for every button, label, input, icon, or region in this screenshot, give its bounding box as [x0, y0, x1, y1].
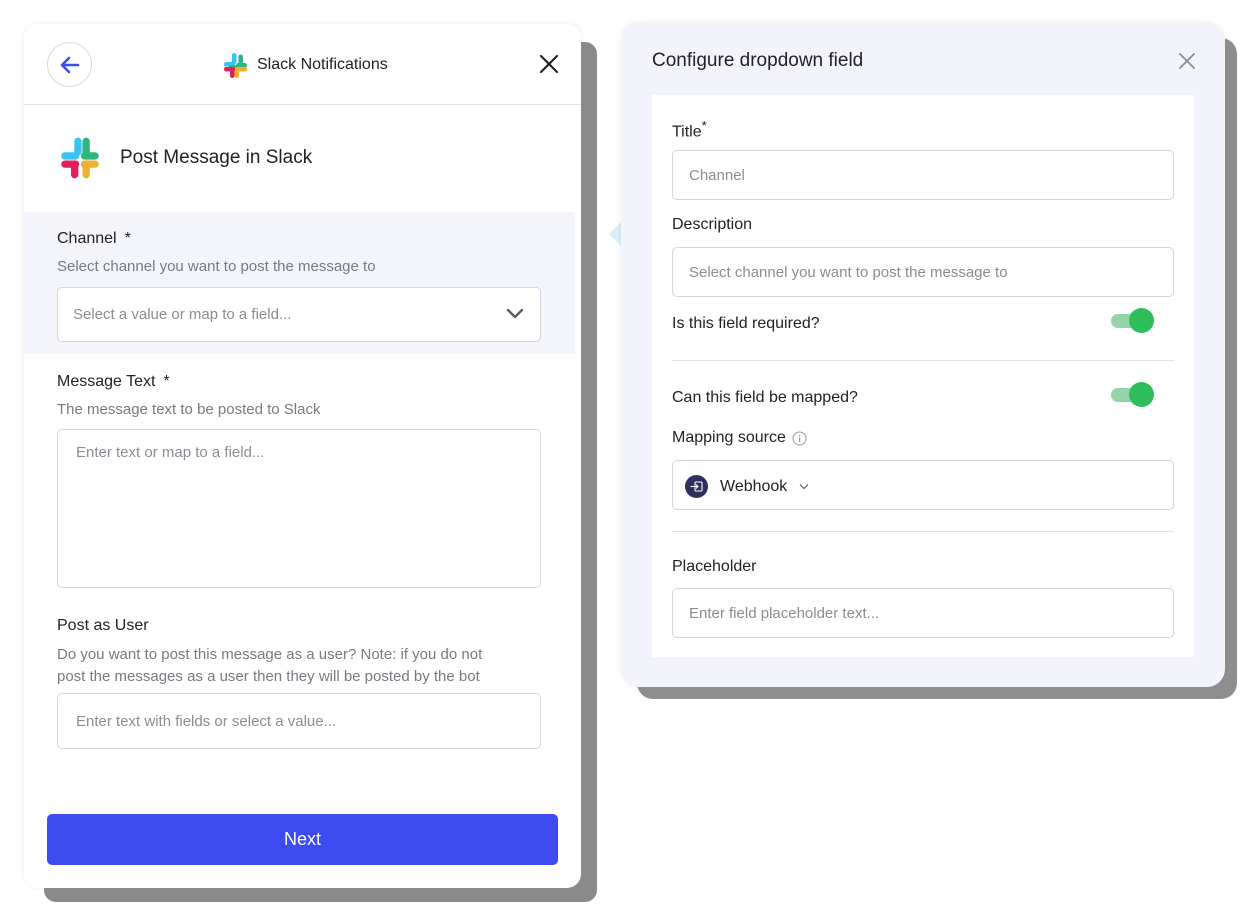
required-mark: * [701, 118, 707, 133]
channel-label: Channel * [57, 230, 131, 247]
slack-logo-icon [224, 52, 247, 78]
post-as-user-placeholder: Enter text with fields or select a value… [76, 713, 337, 730]
channel-select[interactable]: Select a value or map to a field... [57, 287, 541, 342]
placeholder-label: Placeholder [672, 558, 757, 575]
channel-help: Select channel you want to post the mess… [57, 258, 376, 275]
required-mark: * [124, 230, 131, 247]
popover-pointer [609, 222, 621, 246]
webhook-icon [685, 475, 708, 498]
config-form-card: Title* Channel Description Select channe… [652, 95, 1194, 657]
mapping-source-select[interactable]: Webhook [672, 460, 1174, 510]
back-button[interactable] [47, 42, 92, 87]
title-input-value: Channel [689, 167, 745, 184]
post-as-user-label: Post as User [57, 617, 149, 634]
title-label: Title* [672, 118, 707, 141]
required-mark: * [163, 373, 170, 390]
description-input[interactable]: Select channel you want to post the mess… [672, 247, 1174, 297]
toggle-knob [1129, 382, 1154, 407]
placeholder-input-value: Enter field placeholder text... [689, 605, 880, 622]
toggle-knob [1129, 308, 1154, 333]
panel-header: Slack Notifications [24, 24, 581, 105]
close-icon[interactable] [538, 53, 560, 75]
message-text-textarea[interactable]: Enter text or map to a field... [57, 429, 541, 588]
description-input-value: Select channel you want to post the mess… [689, 264, 1008, 281]
required-toggle[interactable] [1111, 308, 1155, 333]
action-title-row: Post Message in Slack [58, 136, 312, 180]
action-title: Post Message in Slack [120, 147, 313, 168]
divider [672, 360, 1174, 361]
header-title: Slack Notifications [257, 56, 388, 73]
mapping-source-label: Mapping source [672, 429, 807, 447]
arrow-left-icon [60, 56, 79, 73]
chevron-down-icon [799, 484, 809, 490]
message-text-placeholder: Enter text or map to a field... [76, 444, 265, 461]
webhook-option[interactable]: Webhook [685, 475, 809, 498]
close-icon[interactable] [1178, 52, 1196, 70]
mapped-question: Can this field be mapped? [672, 389, 858, 406]
configure-field-panel: Configure dropdown field Title* Channel … [621, 22, 1225, 687]
slack-action-panel: Slack Notifications Post Message in Slac… [24, 24, 581, 888]
message-text-help: The message text to be posted to Slack [57, 401, 321, 418]
slack-logo-icon [61, 137, 99, 179]
header-title-group: Slack Notifications [222, 51, 388, 79]
mapping-source-value: Webhook [720, 477, 788, 495]
divider [672, 531, 1174, 532]
placeholder-input[interactable]: Enter field placeholder text... [672, 588, 1174, 638]
message-text-label: Message Text * [57, 373, 170, 390]
mapped-toggle[interactable] [1111, 382, 1155, 407]
description-label: Description [672, 216, 753, 233]
post-as-user-help: Do you want to post this message as a us… [57, 646, 483, 685]
chevron-down-icon [506, 308, 524, 319]
panel-title: Configure dropdown field [652, 50, 864, 71]
channel-placeholder: Select a value or map to a field... [73, 306, 292, 323]
next-button[interactable]: Next [47, 814, 558, 865]
required-question: Is this field required? [672, 315, 820, 332]
info-icon[interactable] [792, 431, 807, 446]
title-input[interactable]: Channel [672, 150, 1174, 200]
post-as-user-input[interactable]: Enter text with fields or select a value… [57, 693, 541, 749]
